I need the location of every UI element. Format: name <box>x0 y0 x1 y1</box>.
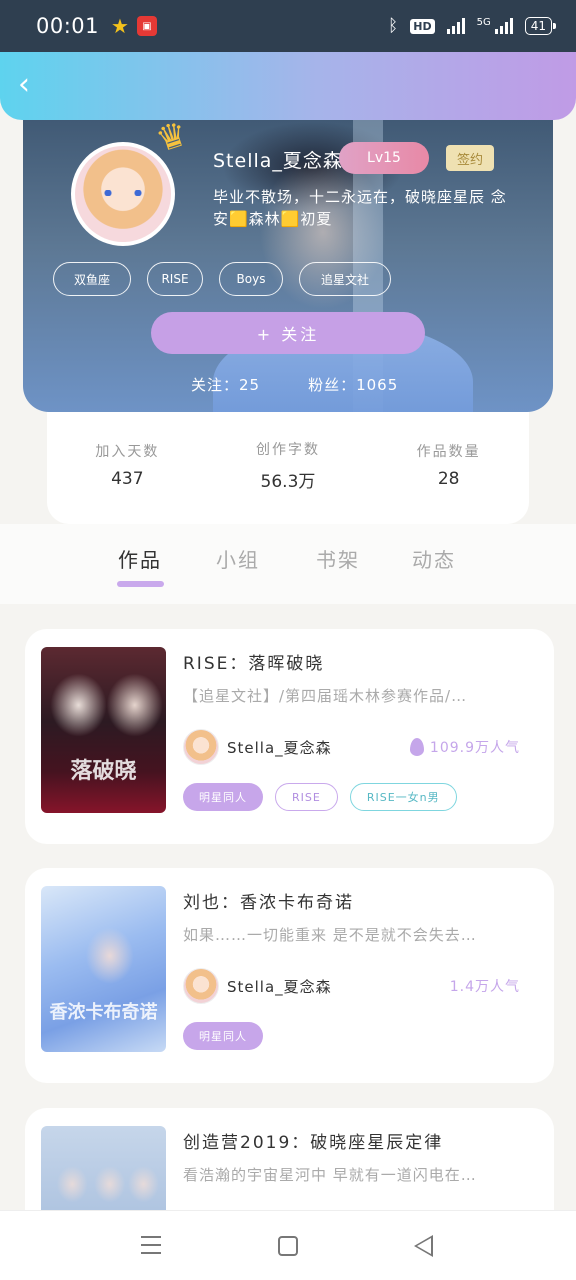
stat-value: 437 <box>111 469 144 489</box>
work-tags: 明星同人 RISE RISE一女n男 <box>183 783 457 811</box>
work-tag[interactable]: RISE <box>275 783 338 811</box>
author-avatar <box>183 968 219 1004</box>
profile-banner: ♛ Stella_夏念森 Lv15 签约 毕业不散场，十二永远在，破晓座星辰 念… <box>23 112 553 412</box>
work-title[interactable]: RISE：落晖破晓 <box>183 649 324 674</box>
system-nav-bar <box>0 1210 576 1280</box>
work-author[interactable]: Stella_夏念森 <box>183 729 332 765</box>
home-icon[interactable] <box>278 1236 298 1256</box>
work-tag[interactable]: 明星同人 <box>183 783 263 811</box>
work-title[interactable]: 创造营2019：破晓座星辰定律 <box>183 1128 443 1153</box>
stat-label: 作品数量 <box>416 444 481 460</box>
author-avatar <box>183 729 219 765</box>
back-triangle-icon[interactable] <box>414 1235 433 1257</box>
back-icon[interactable]: ‹ <box>18 70 46 102</box>
network-type: 5G <box>476 16 491 28</box>
stat-label: 创作字数 <box>255 441 320 458</box>
popularity: 1.4万人气 <box>450 976 520 996</box>
work-description: 如果……一切能重来 是不是就不会失去… <box>183 926 477 944</box>
work-author[interactable]: Stella_夏念森 <box>183 968 332 1004</box>
avatar-image <box>75 146 171 242</box>
author-name: Stella_夏念森 <box>227 738 332 757</box>
signal-icon <box>446 18 465 34</box>
popularity-value: 109.9万人气 <box>429 740 520 756</box>
works-list: 落破晓 RISE：落晖破晓 【追星文社】/第四届瑶木林参赛作品/… Stella… <box>0 604 576 1280</box>
cover-title: 香浓卡布奇诺 <box>49 1002 158 1023</box>
stat-works: 作品数量 28 <box>374 441 524 489</box>
level-badge: Lv15 <box>339 142 429 174</box>
work-cover[interactable]: 香浓卡布奇诺 <box>41 886 166 1052</box>
signed-badge: 签约 <box>446 145 494 171</box>
work-cover[interactable]: 落破晓 <box>41 647 166 813</box>
popularity: 109.9万人气 <box>409 737 520 757</box>
stat-words: 创作字数 56.3万 <box>213 439 363 492</box>
stats-card: 加入天数 437 创作字数 56.3万 作品数量 28 <box>47 412 529 524</box>
stat-value: 56.3万 <box>260 471 316 492</box>
profile-tag[interactable]: Boys <box>219 262 283 296</box>
tab-works[interactable]: 作品 <box>118 544 162 573</box>
profile-tag[interactable]: RISE <box>147 262 203 296</box>
hd-icon: HD <box>410 18 435 34</box>
profile-tags: 双鱼座 RISE Boys 追星文社 <box>53 262 391 296</box>
avatar[interactable] <box>71 142 175 246</box>
cover-title: 落破晓 <box>70 759 137 784</box>
work-title[interactable]: 刘也：香浓卡布奇诺 <box>183 888 354 913</box>
status-time: 00:01 <box>36 14 100 38</box>
follow-button[interactable]: + 关注 <box>151 312 425 354</box>
tab-bookshelf[interactable]: 书架 <box>316 544 360 573</box>
app-notification-icon: ▣ <box>136 16 157 36</box>
header-bar: ‹ <box>0 52 576 120</box>
profile-tag[interactable]: 双鱼座 <box>53 262 131 296</box>
profile-username: Stella_夏念森 <box>213 150 343 172</box>
work-card[interactable]: 落破晓 RISE：落晖破晓 【追星文社】/第四届瑶木林参赛作品/… Stella… <box>25 629 554 844</box>
stat-value: 28 <box>437 469 460 489</box>
flame-icon <box>409 738 424 756</box>
work-tag[interactable]: 明星同人 <box>183 1022 263 1050</box>
follow-counts: 关注：25 粉丝：1065 <box>191 374 398 395</box>
bluetooth-icon: ᛒ <box>388 16 399 36</box>
work-card[interactable]: 香浓卡布奇诺 刘也：香浓卡布奇诺 如果……一切能重来 是不是就不会失去… Ste… <box>25 868 554 1083</box>
battery-icon: 41 <box>524 17 557 35</box>
tab-activity[interactable]: 动态 <box>412 544 456 573</box>
signal-icon-2 <box>494 18 513 34</box>
work-tag[interactable]: RISE一女n男 <box>349 783 457 811</box>
author-name: Stella_夏念森 <box>227 977 332 996</box>
following-count[interactable]: 关注：25 <box>191 374 260 395</box>
work-description: 【追星文社】/第四届瑶木林参赛作品/… <box>183 687 468 705</box>
active-tab-indicator <box>117 581 164 587</box>
status-bar: 00:01 ★ ▣ ᛒ HD 5G 41 <box>0 0 576 52</box>
tab-groups[interactable]: 小组 <box>216 544 260 573</box>
tab-bar: 作品 小组 书架 动态 <box>0 524 576 604</box>
popularity-value: 1.4万人气 <box>449 979 520 995</box>
followers-count[interactable]: 粉丝：1065 <box>308 374 398 395</box>
star-icon: ★ <box>111 14 129 38</box>
profile-bio: 毕业不散场，十二永远在，破晓座星辰 念安🟨森林🟨初夏 <box>213 188 507 228</box>
stat-days: 加入天数 437 <box>52 441 202 489</box>
work-description: 看浩瀚的宇宙星河中 早就有一道闪电在… <box>183 1166 477 1184</box>
menu-icon[interactable] <box>141 1236 161 1254</box>
work-tags: 明星同人 <box>183 1022 263 1050</box>
profile-tag[interactable]: 追星文社 <box>299 262 391 296</box>
stat-label: 加入天数 <box>95 444 160 460</box>
